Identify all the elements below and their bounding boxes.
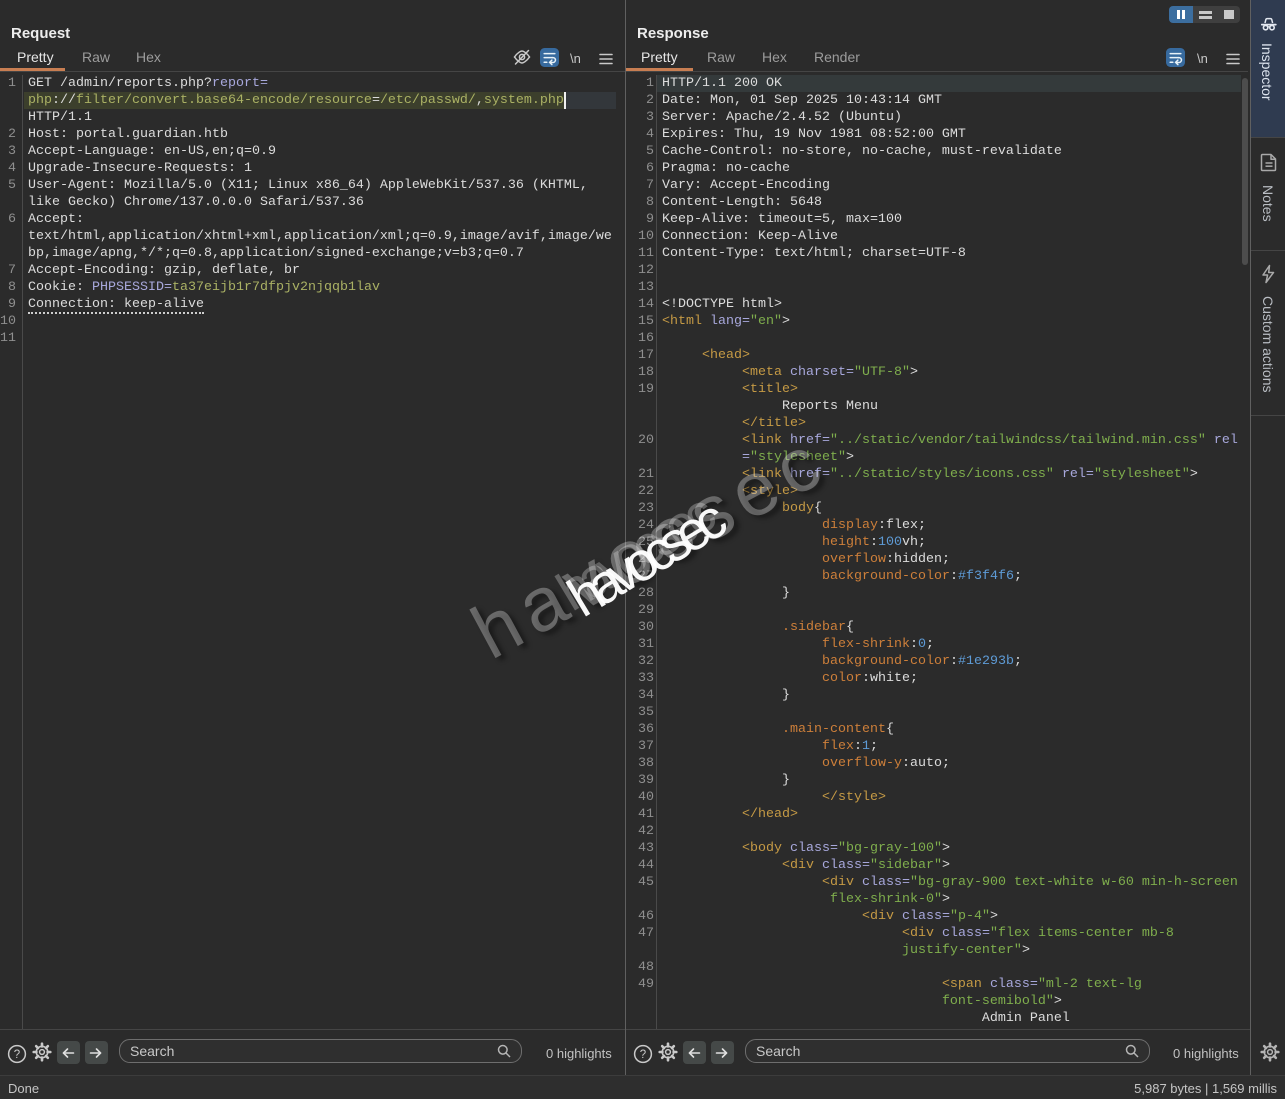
svg-text:?: ? [14,1049,20,1061]
svg-text:?: ? [640,1049,646,1061]
